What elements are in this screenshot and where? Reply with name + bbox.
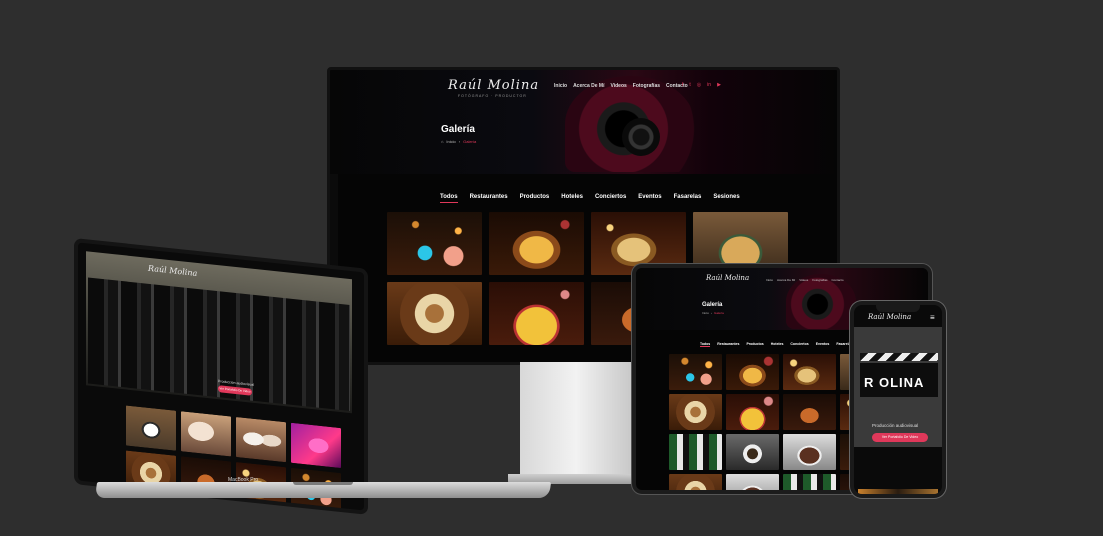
home-icon: ⌂ [441, 139, 444, 144]
monitor-stand [520, 362, 632, 479]
gallery-item[interactable] [669, 474, 722, 490]
breadcrumb-home[interactable]: Inicio [702, 311, 709, 315]
laptop-brand: MacBook Pro [228, 477, 259, 483]
social-links: f t ◎ in ▶ [682, 82, 721, 88]
tablet-filters: Todos Restaurantes Productos Hoteles Con… [700, 342, 852, 347]
phone-logo[interactable]: Raúl Molina [868, 313, 911, 321]
page-title: Galería [441, 124, 475, 135]
filter-productos[interactable]: Productos [520, 194, 550, 203]
linkedin-icon[interactable]: in [707, 82, 711, 88]
tablet-nav: Inicio Acerca De Mí Videos Fotografías C… [766, 278, 844, 282]
nav-item-inicio[interactable]: Inicio [766, 278, 773, 282]
tablet-breadcrumb: Inicio › Galería [702, 311, 724, 315]
camera-lens [622, 118, 660, 156]
gallery-item[interactable] [726, 474, 779, 490]
laptop-notch [293, 482, 353, 485]
twitter-icon[interactable]: t [689, 82, 690, 88]
filter-todos[interactable]: Todos [440, 194, 458, 203]
instagram-icon[interactable]: ◎ [697, 82, 701, 88]
nav-item-fotografias[interactable]: Fotografías [633, 83, 660, 89]
gallery-item[interactable] [489, 282, 584, 345]
phone-bottom-strip [858, 489, 938, 494]
tablet-page-title: Galería [702, 302, 723, 308]
breadcrumb-separator: › [711, 311, 713, 315]
gallery-item[interactable] [291, 422, 341, 469]
laptop-screen: Raúl Molina Producción audiovisual Ver P… [74, 238, 368, 515]
site-logo-subtitle: FOTÓGRAFO · PRODUCTOR [458, 94, 527, 98]
photographer-camera-image [786, 274, 856, 329]
gallery-item[interactable] [726, 354, 779, 390]
filter-sesiones[interactable]: Sesiones [713, 194, 739, 203]
breadcrumb: ⌂ Inicio › Galería [441, 139, 476, 144]
gallery-item[interactable] [726, 434, 779, 470]
facebook-icon[interactable]: f [682, 82, 683, 88]
filter-hoteles[interactable]: Hoteles [561, 194, 583, 203]
gallery-item[interactable] [783, 354, 836, 390]
gallery-item[interactable] [669, 434, 722, 470]
filter-eventos[interactable]: Eventos [638, 194, 661, 203]
clapperboard-text: R OLINA [864, 375, 925, 390]
gallery-item[interactable] [669, 394, 722, 430]
nav-item-acerca[interactable]: Acerca De Mí [777, 278, 795, 282]
filter-conciertos[interactable]: Conciertos [595, 194, 626, 203]
gallery-item[interactable] [783, 394, 836, 430]
phone: Raúl Molina ≡ R OLINA Producción audiovi… [850, 301, 946, 498]
gallery-item[interactable] [387, 282, 482, 345]
filter-productos[interactable]: Productos [746, 342, 763, 347]
breadcrumb-separator: › [458, 139, 461, 144]
clapperboard-stripes [860, 353, 938, 361]
desktop-nav: Inicio Acerca De Mí Videos Fotografías C… [554, 83, 688, 89]
filter-todos[interactable]: Todos [700, 342, 711, 347]
clapperboard-image: R OLINA [860, 335, 938, 397]
gallery-item[interactable] [726, 394, 779, 430]
tablet-logo[interactable]: Raúl Molina [706, 274, 749, 282]
hamburger-menu-icon[interactable]: ≡ [930, 313, 935, 322]
nav-item-contacto[interactable]: Contacto [832, 278, 844, 282]
gallery-item[interactable] [387, 212, 482, 275]
gallery-item[interactable] [489, 212, 584, 275]
nav-item-acerca[interactable]: Acerca De Mí [573, 83, 604, 89]
filter-fasarelas[interactable]: Fasarelas [674, 194, 702, 203]
gallery-item[interactable] [236, 417, 286, 463]
nav-item-fotografias[interactable]: Fotografías [812, 278, 827, 282]
breadcrumb-current: Galería [463, 139, 477, 144]
phone-caption: Producción audiovisual [872, 423, 919, 428]
gallery-filters: Todos Restaurantes Productos Hoteles Con… [440, 194, 740, 203]
youtube-icon[interactable]: ▶ [717, 82, 721, 88]
filter-eventos[interactable]: Eventos [816, 342, 830, 347]
breadcrumb-home[interactable]: Inicio [446, 139, 455, 144]
gallery-item[interactable] [126, 405, 176, 451]
phone-portfolio-button[interactable]: Ver Portafolio De Video [872, 433, 928, 442]
phone-notch [876, 305, 920, 312]
filter-restaurantes[interactable]: Restaurantes [470, 194, 508, 203]
site-logo[interactable]: Raúl Molina [448, 78, 539, 93]
gallery-item[interactable] [181, 411, 231, 457]
nav-item-inicio[interactable]: Inicio [554, 83, 567, 89]
filter-hoteles[interactable]: Hoteles [771, 342, 784, 347]
nav-item-videos[interactable]: Videos [799, 278, 808, 282]
nav-item-videos[interactable]: Videos [610, 83, 626, 89]
filter-restaurantes[interactable]: Restaurantes [717, 342, 739, 347]
gallery-item[interactable] [783, 474, 836, 490]
breadcrumb-current: Galería [714, 311, 724, 315]
gallery-item[interactable] [669, 354, 722, 390]
gallery-item[interactable] [783, 434, 836, 470]
filter-conciertos[interactable]: Conciertos [790, 342, 808, 347]
